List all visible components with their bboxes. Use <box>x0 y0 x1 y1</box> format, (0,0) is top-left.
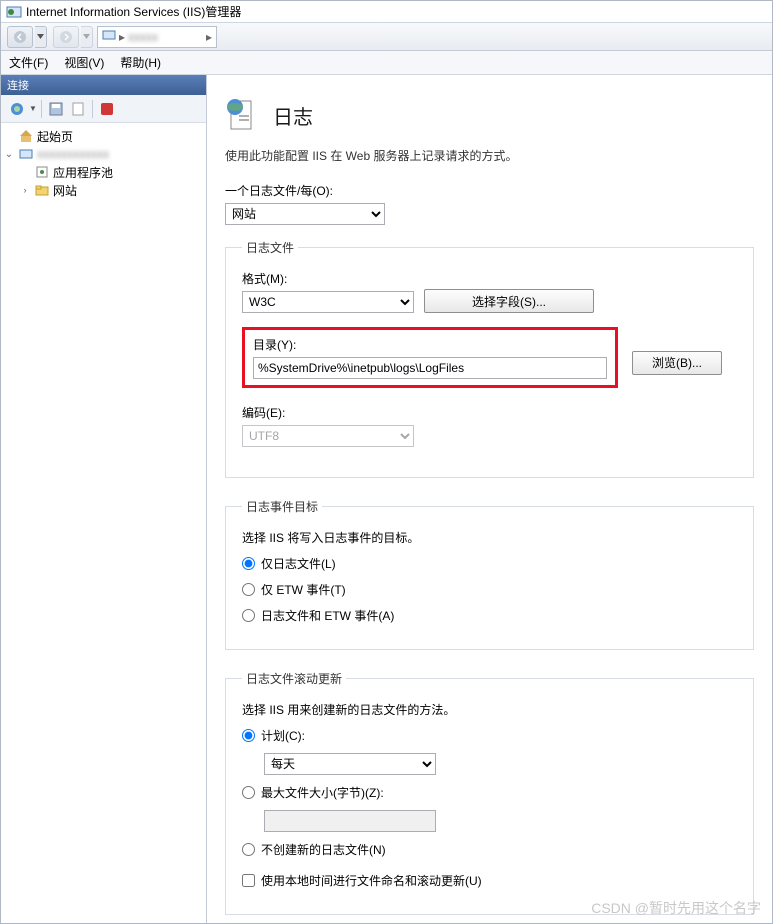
checkbox-localtime[interactable]: 使用本地时间进行文件命名和滚动更新(U) <box>242 872 737 889</box>
content-pane: 日志 使用此功能配置 IIS 在 Web 服务器上记录请求的方式。 一个日志文件… <box>207 75 772 923</box>
logfile-legend: 日志文件 <box>242 239 298 256</box>
radio-maxsize[interactable]: 最大文件大小(字节)(Z): <box>242 784 737 801</box>
watermark: CSDN @暂时先用这个名字 <box>591 898 761 918</box>
log-icon <box>225 97 261 133</box>
tree-node-start[interactable]: 起始页 <box>3 127 204 145</box>
encoding-label: 编码(E): <box>242 404 737 421</box>
server-name: xxxxx <box>128 30 158 44</box>
page-description: 使用此功能配置 IIS 在 Web 服务器上记录请求的方式。 <box>225 147 754 164</box>
radio-none[interactable]: 不创建新的日志文件(N) <box>242 841 737 858</box>
connections-toolbar: ▼ <box>1 95 206 123</box>
window-title: Internet Information Services (IIS)管理器 <box>26 3 241 20</box>
eventtarget-legend: 日志事件目标 <box>242 498 322 515</box>
tree-node-sites[interactable]: › 网站 <box>3 181 204 199</box>
server-name: xxxxxxxxxxxx <box>37 147 109 161</box>
radio-etw-only[interactable]: 仅 ETW 事件(T) <box>242 581 737 598</box>
home-icon <box>18 128 34 144</box>
connections-panel: 连接 ▼ 起始页 ⌄ xxxxxxxxxxxx 应 <box>1 75 207 923</box>
directory-highlight: 目录(Y): <box>242 327 618 388</box>
connections-tree: 起始页 ⌄ xxxxxxxxxxxx 应用程序池 › 网站 <box>1 123 206 923</box>
server-icon <box>102 28 116 45</box>
eventtarget-group: 日志事件目标 选择 IIS 将写入日志事件的目标。 仅日志文件(L) 仅 ETW… <box>225 498 754 650</box>
forward-dropdown[interactable] <box>81 26 93 48</box>
save-icon[interactable] <box>46 99 66 119</box>
format-label: 格式(M): <box>242 270 414 287</box>
select-fields-button[interactable]: 选择字段(S)... <box>424 289 594 313</box>
back-button[interactable] <box>7 26 33 48</box>
radio-both[interactable]: 日志文件和 ETW 事件(A) <box>242 607 737 624</box>
page-title: 日志 <box>273 101 313 130</box>
app-icon <box>6 4 22 20</box>
menu-help[interactable]: 帮助(H) <box>120 54 161 71</box>
schedule-select[interactable]: 每天 <box>264 753 436 775</box>
connections-header: 连接 <box>1 75 206 95</box>
chevron-down-icon[interactable]: ▼ <box>29 104 37 113</box>
breadcrumb-separator: ▸ <box>119 30 125 44</box>
address-bar[interactable]: ▸ xxxxx ▸ <box>97 26 217 48</box>
menu-file[interactable]: 文件(F) <box>9 54 48 71</box>
expand-icon[interactable]: › <box>19 184 31 196</box>
apppool-icon <box>34 164 50 180</box>
rollover-group: 日志文件滚动更新 选择 IIS 用来创建新的日志文件的方法。 计划(C): 每天… <box>225 670 754 915</box>
collapse-icon[interactable]: ⌄ <box>3 148 15 160</box>
directory-label: 目录(Y): <box>253 336 607 353</box>
eventtarget-desc: 选择 IIS 将写入日志事件的目标。 <box>242 529 737 546</box>
rollover-desc: 选择 IIS 用来创建新的日志文件的方法。 <box>242 701 737 718</box>
folder-icon <box>34 182 50 198</box>
maxsize-input <box>264 810 436 832</box>
rollover-legend: 日志文件滚动更新 <box>242 670 346 687</box>
directory-input[interactable] <box>253 357 607 379</box>
stop-icon[interactable] <box>97 99 117 119</box>
menu-view[interactable]: 视图(V) <box>64 54 104 71</box>
browse-button[interactable]: 浏览(B)... <box>632 351 722 375</box>
back-dropdown[interactable] <box>35 26 47 48</box>
fileper-select[interactable]: 网站 <box>225 203 385 225</box>
titlebar: Internet Information Services (IIS)管理器 <box>1 1 772 23</box>
forward-button[interactable] <box>53 26 79 48</box>
menu-bar: 文件(F) 视图(V) 帮助(H) <box>1 51 772 75</box>
nav-toolbar: ▸ xxxxx ▸ <box>1 23 772 51</box>
radio-logfile-only[interactable]: 仅日志文件(L) <box>242 555 737 572</box>
server-icon <box>18 146 34 162</box>
connect-icon[interactable] <box>7 99 27 119</box>
page-icon[interactable] <box>68 99 88 119</box>
breadcrumb-separator: ▸ <box>206 30 212 44</box>
tree-node-server[interactable]: ⌄ xxxxxxxxxxxx <box>3 145 204 163</box>
tree-node-apppool[interactable]: 应用程序池 <box>3 163 204 181</box>
format-select[interactable]: W3C <box>242 291 414 313</box>
encoding-select: UTF8 <box>242 425 414 447</box>
radio-schedule[interactable]: 计划(C): <box>242 727 737 744</box>
logfile-group: 日志文件 格式(M): W3C 选择字段(S)... 目录(Y): 浏览(B).… <box>225 239 754 478</box>
fileper-label: 一个日志文件/每(O): <box>225 182 754 199</box>
